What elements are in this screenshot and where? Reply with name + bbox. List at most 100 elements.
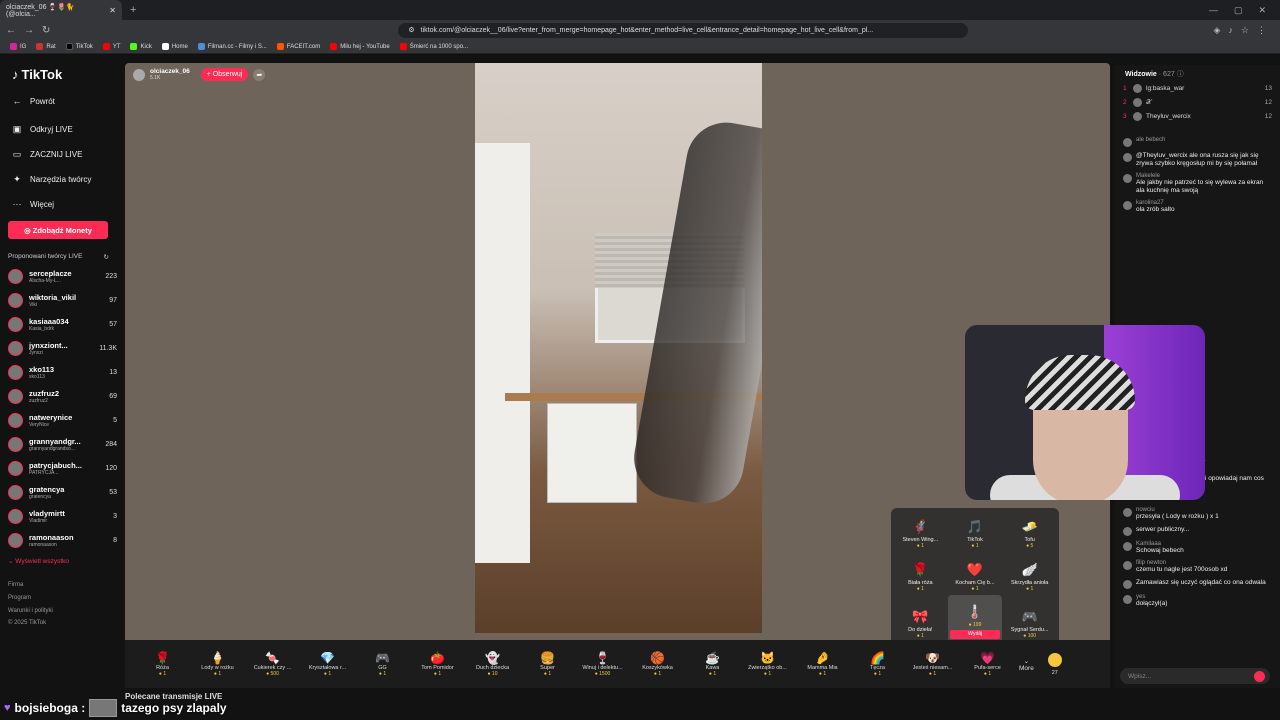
nav-creator-tools[interactable]: ✦ Narzędzia twórcy — [12, 174, 117, 185]
back-link[interactable]: ← Powrót — [12, 96, 117, 106]
creator-item[interactable]: zuzfruz2 zuzfruz2 69 — [8, 387, 117, 405]
browser-tab[interactable]: olciaczek_06 🍷🌷🐈 (@olcia... ✕ — [0, 0, 122, 20]
bookmark-item[interactable]: Milu hej - YouTube — [330, 43, 390, 50]
host-name[interactable]: olciaczek_06 — [150, 68, 190, 75]
bookmark-item[interactable]: FACEIT.com — [276, 43, 320, 50]
refresh-icon[interactable]: ↻ — [104, 253, 109, 261]
music-icon[interactable]: ♪ — [1228, 25, 1233, 36]
top-viewer-row[interactable]: 1 lg:baska_war 13 — [1123, 84, 1272, 93]
bookmark-item[interactable]: Śmierć na 1000 spo... — [399, 43, 468, 50]
gift-icon: 🌡️ — [966, 603, 984, 619]
creator-item[interactable]: ramonaason ramonaason 8 — [8, 531, 117, 549]
creator-item[interactable]: jynxziont... Jynxzi 11.3K — [8, 339, 117, 357]
maximize-icon[interactable]: ▢ — [1234, 5, 1243, 16]
bookmark-item[interactable]: IG — [10, 43, 26, 50]
creator-item[interactable]: natwerynice VeryNice 5 — [8, 411, 117, 429]
close-tab-icon[interactable]: ✕ — [109, 6, 116, 15]
viewers-header[interactable]: Widzowie · 627 ⓘ — [1125, 69, 1272, 79]
bookmark-item[interactable]: TikTok — [65, 43, 93, 50]
gift-option[interactable]: 🌹 Biała róża ● 1 — [893, 552, 948, 594]
see-all-link[interactable]: ⌄ Wyświetl wszystko — [8, 557, 117, 565]
creator-item[interactable]: kasiaaa034 Kasia_bdrk 57 — [8, 315, 117, 333]
close-window-icon[interactable]: ✕ — [1258, 5, 1266, 16]
gift-bar-item[interactable]: 🏀 Koszykówka ● 1 — [630, 651, 685, 677]
bookmark-item[interactable]: Rat — [36, 43, 56, 50]
creator-item[interactable]: gratencya gratencya 53 — [8, 483, 117, 501]
bookmark-item[interactable]: Kick — [130, 43, 152, 50]
footer-link[interactable]: Firma — [8, 579, 117, 592]
reload-icon[interactable]: ↻ — [42, 25, 50, 36]
creator-item[interactable]: patrycjabuch... PATRYCJA... 120 — [8, 459, 117, 477]
menu-icon[interactable]: ⋮ — [1257, 25, 1266, 36]
share-icon[interactable]: ➦ — [253, 68, 266, 81]
gift-option[interactable]: 🪽 Skrzydła anioła ● 1 — [1002, 552, 1057, 594]
site-info-icon[interactable]: ⚙ — [408, 26, 414, 34]
creator-item[interactable]: wiktoria_vikil Viki 97 — [8, 291, 117, 309]
gift-bar-item[interactable]: 🐶 Jesteś niesam... ● 1 — [905, 651, 960, 677]
chat-message[interactable]: Kamilaaa Schowaj bebech — [1123, 541, 1273, 555]
gift-bar-item[interactable]: 🤌 Mamma Mia ● 1 — [795, 651, 850, 677]
bookmark-item[interactable]: Home — [161, 43, 188, 50]
extension-icon[interactable]: ◈ — [1214, 25, 1221, 36]
top-viewer-row[interactable]: 2 𝒳 12 — [1123, 98, 1272, 107]
coin-balance[interactable]: 27 — [1047, 652, 1062, 676]
tiktok-logo[interactable]: ♪ TikTok — [12, 67, 117, 82]
chat-message[interactable]: ale bebech — [1123, 137, 1272, 147]
gift-option[interactable]: 🧈 Tofu ● 5 — [1002, 510, 1057, 552]
nav-start-live[interactable]: ▭ ZACZNIJ LIVE — [12, 149, 117, 160]
gift-option[interactable]: 🌡️ ● 199 Wyślij — [947, 594, 1003, 642]
bookmark-item[interactable]: YT — [102, 43, 120, 50]
gift-option[interactable]: 🎮 Sygnał Serdu... ● 100 — [1002, 595, 1057, 642]
minimize-icon[interactable]: — — [1209, 5, 1218, 16]
send-gift-button[interactable]: Wyślij — [949, 629, 1000, 639]
gift-bar-item[interactable]: 🌹 Róża ● 1 — [135, 651, 190, 677]
chat-message[interactable]: yes dołączył(a) — [1123, 594, 1273, 608]
gift-bar-item[interactable]: 🎮 GG ● 1 — [355, 651, 410, 677]
footer-link[interactable]: Program — [8, 592, 117, 605]
gift-option[interactable]: 🎵 TikTok ● 1 — [948, 510, 1003, 552]
gift-bar-item[interactable]: 👻 Duch dziecka ● 10 — [465, 651, 520, 677]
host-avatar[interactable] — [133, 68, 145, 81]
gift-bar-item[interactable]: 🍷 Winuj i delektu... ● 1500 — [575, 651, 630, 677]
chat-message[interactable]: filip newton czemu tu nagle jest 700osob… — [1123, 560, 1273, 574]
top-viewer-row[interactable]: 3 Theyluv_wercix 12 — [1123, 112, 1272, 121]
gift-bar-item[interactable]: 💎 Kryształowa r... ● 1 — [300, 651, 355, 677]
gift-bar-item[interactable]: ☕ Kawa ● 1 — [685, 651, 740, 677]
bookmark-icon[interactable]: ☆ — [1241, 25, 1249, 36]
get-coins-button[interactable]: ◎ Zdobądź Monety — [8, 221, 108, 239]
chat-message[interactable]: nowciu przesyła ( Lody w rożku ) x 1 — [1123, 507, 1273, 521]
gift-bar-item[interactable]: 🍬 Cukierek czy ... ● 500 — [245, 651, 300, 677]
like-heart-icon[interactable] — [1254, 671, 1265, 682]
bookmark-item[interactable]: Filman.cc - Filmy i S... — [197, 43, 267, 50]
follow-button[interactable]: + Obserwuj — [200, 68, 249, 81]
chat-message[interactable]: serwer publiczny... — [1123, 526, 1273, 536]
footer-link[interactable]: Warunki i polityki — [8, 605, 117, 618]
creator-item[interactable]: vladymirtt Vladimir 3 — [8, 507, 117, 525]
back-arrow-icon[interactable]: ← — [6, 25, 16, 36]
nav-discover-live[interactable]: ▣ Odkryj LIVE — [12, 124, 117, 135]
nav-more[interactable]: ··· Więcej — [12, 199, 117, 209]
gift-bar-item[interactable]: 💗 Pufa-serce ● 1 — [960, 651, 1015, 677]
url-field[interactable]: ⚙ tiktok.com/@olciaczek__06/live?enter_f… — [398, 22, 969, 38]
more-gifts-button[interactable]: ⌄ More — [1019, 657, 1034, 672]
gift-option[interactable]: 🎀 Do dzieła! ● 1 — [893, 595, 948, 642]
info-icon[interactable]: ⓘ — [1177, 71, 1184, 78]
gift-bar-item[interactable]: 🍦 Lody w rożku ● 1 — [190, 651, 245, 677]
chat-message[interactable]: Zamawiasz się uczyć oglądać co ona odwal… — [1123, 579, 1273, 589]
live-video[interactable] — [475, 63, 762, 633]
gift-option[interactable]: 🦸 Steven Wing... ● 1 — [893, 510, 948, 552]
forward-arrow-icon[interactable]: → — [24, 25, 34, 36]
chat-input[interactable]: Wpisz... — [1120, 668, 1270, 684]
chat-message[interactable]: Makelele Ale jakby nie patrzeć to się wy… — [1123, 173, 1272, 195]
gift-bar-item[interactable]: 🌈 Tęcza ● 1 — [850, 651, 905, 677]
gift-bar-item[interactable]: 🐱 Zwierzątko ob... ● 1 — [740, 651, 795, 677]
chat-message[interactable]: @Theyluv_wercix ale ona rusza się jak si… — [1123, 152, 1272, 168]
gift-bar-item[interactable]: 🍔 Super ● 1 — [520, 651, 575, 677]
gift-option[interactable]: ❤️ Kocham Cię b... ● 1 — [948, 552, 1003, 594]
new-tab-icon[interactable]: + — [130, 4, 136, 16]
creator-item[interactable]: grannyandgr... grannyandgrandso... 284 — [8, 435, 117, 453]
chat-message[interactable]: karolina27 ola zrób salto — [1123, 200, 1272, 214]
creator-item[interactable]: serceplacze Alscha-My-L... 223 — [8, 267, 117, 285]
gift-bar-item[interactable]: 🍅 Tom Pomidor ● 1 — [410, 651, 465, 677]
creator-item[interactable]: xko113 xko113 13 — [8, 363, 117, 381]
